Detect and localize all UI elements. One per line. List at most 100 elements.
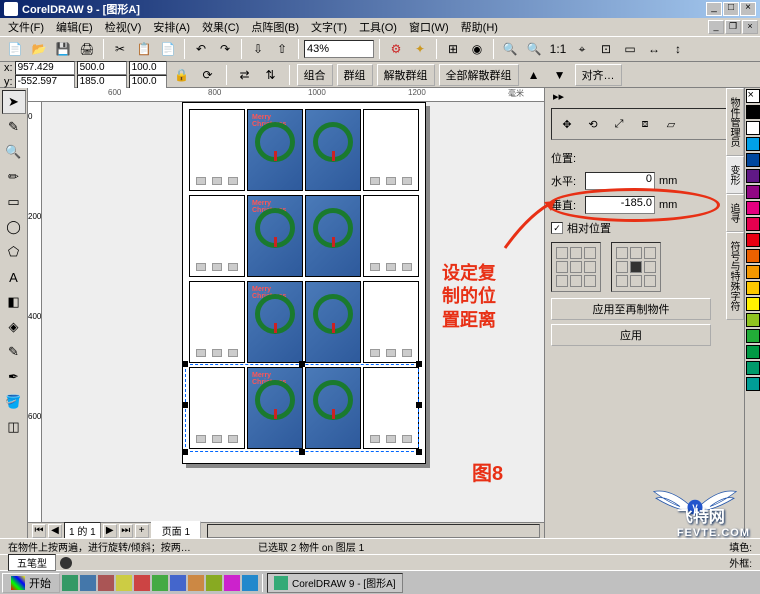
interactive-fill-tool[interactable]: ◧ xyxy=(2,290,26,314)
menu-window[interactable]: 窗口(W) xyxy=(403,18,455,36)
zoom-tool[interactable]: 🔍 xyxy=(2,140,26,164)
group-button[interactable]: 群组 xyxy=(337,64,373,86)
text-tool[interactable]: A xyxy=(2,265,26,289)
freehand-tool[interactable]: ✏ xyxy=(2,165,26,189)
minimize-button[interactable]: _ xyxy=(706,2,722,16)
interactive-transparency-tool[interactable]: ◈ xyxy=(2,315,26,339)
tray-icon[interactable] xyxy=(188,575,204,591)
menu-text[interactable]: 文字(T) xyxy=(305,18,353,36)
card-blue[interactable] xyxy=(305,281,361,363)
selection-handle[interactable] xyxy=(182,449,188,455)
menu-arrange[interactable]: 安排(A) xyxy=(147,18,196,36)
next-page-button[interactable]: ▶ xyxy=(103,524,117,538)
color-swatch[interactable] xyxy=(746,137,760,151)
color-swatch[interactable] xyxy=(746,233,760,247)
w-input[interactable]: 500.0 mm xyxy=(77,61,127,75)
close-button[interactable]: × xyxy=(740,2,756,16)
card-white[interactable] xyxy=(363,109,419,191)
lock-ratio-button[interactable]: 🔒 xyxy=(171,64,193,86)
zoom-out-button[interactable]: 🔍 xyxy=(523,38,545,60)
start-button[interactable]: 开始 xyxy=(2,573,60,593)
to-back-button[interactable]: ▼ xyxy=(549,64,571,86)
undo-button[interactable]: ↶ xyxy=(190,38,212,60)
docker-tab-transform[interactable]: 变形 xyxy=(726,156,744,194)
ellipse-tool[interactable]: ◯ xyxy=(2,215,26,239)
menu-file[interactable]: 文件(F) xyxy=(2,18,50,36)
polygon-tool[interactable]: ⬠ xyxy=(2,240,26,264)
mdi-close[interactable]: × xyxy=(742,20,758,34)
taskbar-app-button[interactable]: CorelDRAW 9 - [图形A] xyxy=(267,573,403,593)
position-icon[interactable]: ✥ xyxy=(556,113,578,135)
card-blue[interactable] xyxy=(305,109,361,191)
horizontal-input[interactable]: 0 xyxy=(585,172,655,190)
color-swatch[interactable] xyxy=(746,249,760,263)
import-button[interactable]: ⇩ xyxy=(247,38,269,60)
tray-icon[interactable] xyxy=(242,575,258,591)
card-white[interactable] xyxy=(189,195,245,277)
selection-handle[interactable] xyxy=(416,449,422,455)
menu-bitmaps[interactable]: 点阵图(B) xyxy=(245,18,305,36)
mirror-v-button[interactable]: ⇅ xyxy=(260,64,282,86)
canvas-area[interactable]: 600 800 1000 1200 毫米 0 200 400 600 Merry… xyxy=(28,88,544,538)
wand-button[interactable]: ✦ xyxy=(409,38,431,60)
card-blue[interactable]: Merry Christmas xyxy=(247,195,303,277)
mirror-h-button[interactable]: ⇄ xyxy=(234,64,256,86)
zoom-width-button[interactable]: ↔ xyxy=(643,38,665,60)
outline-tool[interactable]: ✒ xyxy=(2,365,26,389)
add-page-button[interactable]: + xyxy=(135,524,149,538)
mdi-restore[interactable]: ❐ xyxy=(725,20,741,34)
x-input[interactable]: 957.429 xyxy=(15,61,75,75)
tray-icon[interactable] xyxy=(170,575,186,591)
card-blue[interactable]: Merry Christmas xyxy=(247,109,303,191)
card-blue[interactable]: Merry Christmas xyxy=(247,281,303,363)
maximize-button[interactable]: □ xyxy=(723,2,739,16)
color-swatch[interactable] xyxy=(746,265,760,279)
interactive-tool[interactable]: ◫ xyxy=(2,415,26,439)
tray-icon[interactable] xyxy=(224,575,240,591)
pick-tool[interactable]: ➤ xyxy=(2,90,26,114)
redo-button[interactable]: ↷ xyxy=(214,38,236,60)
tray-icon[interactable] xyxy=(206,575,222,591)
color-swatch[interactable] xyxy=(746,201,760,215)
first-page-button[interactable]: ⏮ xyxy=(32,524,46,538)
selection-handle[interactable] xyxy=(416,361,422,367)
selection-handle[interactable] xyxy=(299,449,305,455)
color-swatch[interactable] xyxy=(746,377,760,391)
ungroup-all-button[interactable]: 全部解散群组 xyxy=(439,64,519,86)
zoom-selected-button[interactable]: ⌖ xyxy=(571,38,593,60)
color-swatch[interactable] xyxy=(746,313,760,327)
selection-handle[interactable] xyxy=(299,361,305,367)
snap-button[interactable]: ⊞ xyxy=(442,38,464,60)
ruler-horizontal[interactable]: 600 800 1000 1200 毫米 xyxy=(28,88,544,102)
export-button[interactable]: ⇧ xyxy=(271,38,293,60)
color-swatch[interactable] xyxy=(746,329,760,343)
size-icon[interactable]: ⧈ xyxy=(634,113,656,135)
vertical-input[interactable]: -185.0 xyxy=(585,196,655,214)
card-white[interactable] xyxy=(189,281,245,363)
tray-icon[interactable] xyxy=(152,575,168,591)
color-swatch[interactable] xyxy=(746,185,760,199)
relative-checkbox[interactable]: ✓ xyxy=(551,222,563,234)
tray-icon[interactable] xyxy=(62,575,78,591)
color-swatch[interactable] xyxy=(746,297,760,311)
color-swatch[interactable] xyxy=(746,169,760,183)
tray-icon[interactable] xyxy=(134,575,150,591)
new-button[interactable]: 📄 xyxy=(4,38,26,60)
selection-handle[interactable] xyxy=(416,402,422,408)
zoom-all-button[interactable]: ⊡ xyxy=(595,38,617,60)
menu-view[interactable]: 检视(V) xyxy=(99,18,148,36)
menu-tools[interactable]: 工具(O) xyxy=(353,18,403,36)
sx-input[interactable]: 100.0 xyxy=(129,61,167,75)
zoom-height-button[interactable]: ↕ xyxy=(667,38,689,60)
color-swatch[interactable] xyxy=(746,345,760,359)
menu-edit[interactable]: 编辑(E) xyxy=(50,18,99,36)
apply-duplicate-button[interactable]: 应用至再制物件 xyxy=(551,298,711,320)
apply-button[interactable]: 应用 xyxy=(551,324,711,346)
menu-help[interactable]: 帮助(H) xyxy=(455,18,504,36)
eyedropper-tool[interactable]: ✎ xyxy=(2,340,26,364)
zoom-page-button[interactable]: ▭ xyxy=(619,38,641,60)
prev-page-button[interactable]: ◀ xyxy=(48,524,62,538)
page-tab[interactable]: 页面 1 xyxy=(151,521,201,538)
color-swatch[interactable] xyxy=(746,121,760,135)
ime-icon[interactable] xyxy=(60,557,72,569)
